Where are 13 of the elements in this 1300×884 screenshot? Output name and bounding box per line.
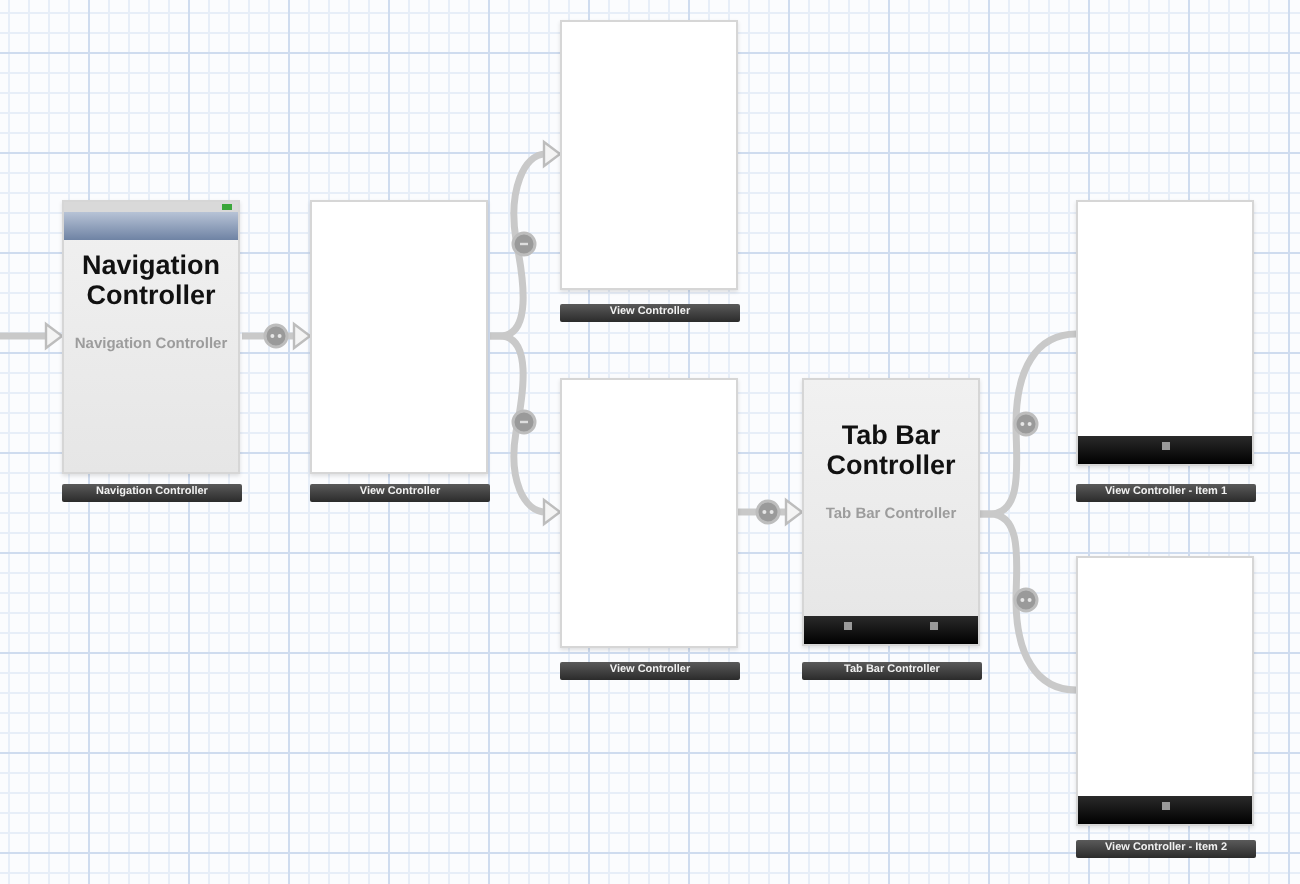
scene-frame[interactable] xyxy=(1076,556,1254,826)
scene-heading: Navigation Controller xyxy=(79,250,222,310)
tab-item-icon[interactable] xyxy=(1161,802,1169,810)
scene-heading: Tab Bar Controller xyxy=(824,420,958,480)
segue-connector[interactable] xyxy=(490,332,562,527)
battery-icon xyxy=(222,204,232,210)
tab-item-icon[interactable] xyxy=(843,622,852,630)
entry-arrow[interactable] xyxy=(0,321,64,351)
segue-connector[interactable] xyxy=(738,497,804,527)
tab-item-icon[interactable] xyxy=(1161,442,1169,450)
scene-frame[interactable] xyxy=(1076,200,1254,466)
segue-connector[interactable] xyxy=(242,321,312,351)
tab-item-icon[interactable] xyxy=(930,622,939,630)
